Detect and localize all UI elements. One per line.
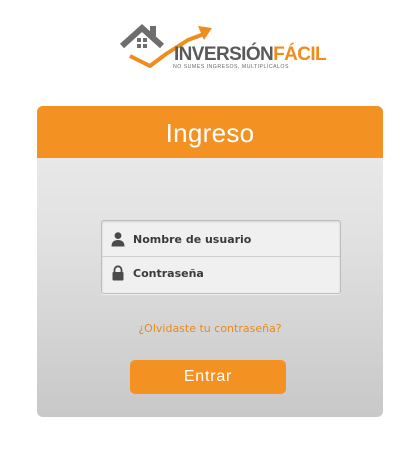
brand-logo: INVERSIÓNFÁCIL NO SUMES INGRESOS, MULTIP… [116, 20, 327, 74]
submit-button[interactable]: Entrar [130, 360, 286, 394]
password-input[interactable] [133, 266, 323, 280]
login-card: Ingreso ¿Olvidaste tu contraseña? Entrar [37, 106, 383, 417]
brand-name-main: INVERSIÓN [174, 44, 274, 65]
password-field[interactable] [102, 256, 340, 290]
username-field[interactable] [102, 222, 340, 257]
login-card-header: Ingreso [37, 106, 383, 158]
username-input[interactable] [133, 232, 323, 246]
forgot-password-link[interactable]: ¿Olvidaste tu contraseña? [37, 322, 383, 335]
brand-name: INVERSIÓNFÁCIL [174, 44, 327, 65]
brand-tagline: NO SUMES INGRESOS, MULTIPLÍCALOS [173, 64, 289, 70]
user-icon [111, 232, 125, 247]
brand-name-accent: FÁCIL [273, 44, 327, 65]
lock-icon [112, 265, 124, 281]
credentials-group [101, 220, 341, 294]
login-page: INVERSIÓNFÁCIL NO SUMES INGRESOS, MULTIP… [0, 0, 412, 449]
login-title: Ingreso [165, 117, 255, 148]
